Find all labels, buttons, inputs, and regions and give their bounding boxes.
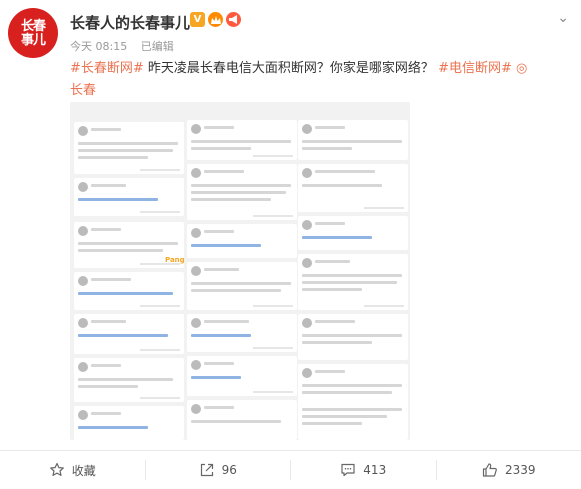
commenter-avatar: [78, 362, 88, 372]
comment-card: [187, 314, 297, 352]
weibo-post: 长春 事儿 长春人的长春事儿 V ⌄ 今天 08:15 已编辑 #长春断网# 昨…: [0, 0, 581, 489]
commenter-avatar: [191, 404, 201, 414]
verified-v-icon: V: [190, 12, 205, 27]
hashtag-changchun-outage[interactable]: #长春断网#: [70, 61, 144, 76]
commenter-avatar: [191, 360, 201, 370]
comment-icon: [341, 463, 355, 477]
repost-count: 96: [221, 463, 237, 477]
edited-label[interactable]: 已编辑: [141, 40, 174, 53]
comment-card: [187, 120, 297, 160]
comment-card: [74, 272, 184, 310]
comment-card: [298, 254, 408, 310]
location-pin-icon: ◎: [516, 61, 528, 76]
comment-card: [298, 364, 408, 440]
commenter-avatar: [78, 126, 88, 136]
favorite-button[interactable]: 收藏: [0, 451, 145, 489]
comment-card: [74, 122, 184, 174]
crown-icon: [208, 12, 223, 27]
comment-card: [187, 164, 297, 220]
post-time[interactable]: 今天 08:15: [70, 40, 127, 53]
commenter-avatar: [302, 168, 312, 178]
commenter-avatar: [191, 318, 201, 328]
repost-button[interactable]: 96: [144, 460, 291, 480]
commenter-avatar: [302, 368, 312, 378]
like-count: 2339: [504, 463, 536, 477]
commenter-avatar: [191, 124, 201, 134]
commenter-avatar: [302, 258, 312, 268]
image-column-2: Pang: [165, 102, 297, 440]
location-link[interactable]: 长春: [70, 83, 96, 98]
avatar-text-line2: 事儿: [20, 32, 46, 48]
image-column-1: [74, 102, 184, 440]
commenter-avatar: [78, 276, 88, 286]
pang-sticker: Pang: [165, 256, 185, 264]
comment-card: [298, 314, 408, 360]
comment-card: [74, 314, 184, 354]
more-options-icon[interactable]: ⌄: [557, 10, 569, 26]
star-icon: [49, 462, 64, 476]
comment-card: Pang: [165, 256, 297, 310]
share-icon: [200, 463, 213, 477]
favorite-label: 收藏: [71, 463, 96, 478]
comment-count: 413: [363, 463, 387, 477]
post-body-text: 昨天凌晨长春电信大面积断网？你家是哪家网络？: [143, 61, 439, 76]
action-bar: 收藏 96 413 2339: [0, 451, 581, 489]
commenter-avatar: [302, 220, 312, 230]
comment-card: [74, 178, 184, 216]
commenter-avatar: [302, 124, 312, 134]
commenter-avatar: [191, 266, 201, 276]
comment-card: [187, 356, 297, 396]
like-button[interactable]: 2339: [435, 460, 581, 480]
post-text: #长春断网# 昨天凌晨长春电信大面积断网？你家是哪家网络？ #电信断网# ◎ 长…: [70, 58, 570, 102]
comment-card: [298, 216, 408, 250]
avatar[interactable]: 长春 事儿: [8, 8, 58, 58]
megaphone-icon: [226, 12, 241, 27]
comment-button[interactable]: 413: [290, 460, 436, 480]
comment-card: [74, 406, 184, 440]
comment-card: [298, 164, 408, 212]
commenter-avatar: [302, 318, 312, 328]
post-image[interactable]: Pang: [70, 102, 410, 440]
comment-card: [187, 224, 297, 258]
commenter-avatar: [191, 228, 201, 238]
commenter-avatar: [78, 410, 88, 420]
comment-card: [74, 358, 184, 402]
commenter-avatar: [191, 168, 201, 178]
comment-card: [187, 400, 297, 440]
commenter-avatar: [78, 226, 88, 236]
hashtag-telecom-outage[interactable]: #电信断网#: [438, 61, 512, 76]
thumbs-up-icon: [482, 463, 497, 477]
commenter-avatar: [78, 318, 88, 328]
post-meta: 今天 08:15 已编辑: [70, 38, 174, 54]
username[interactable]: 长春人的长春事儿: [70, 12, 190, 33]
user-badges: V: [190, 12, 241, 27]
avatar-text-line1: 长春: [20, 18, 46, 34]
comment-card: [298, 120, 408, 160]
image-column-3: [298, 102, 408, 440]
commenter-avatar: [78, 182, 88, 192]
